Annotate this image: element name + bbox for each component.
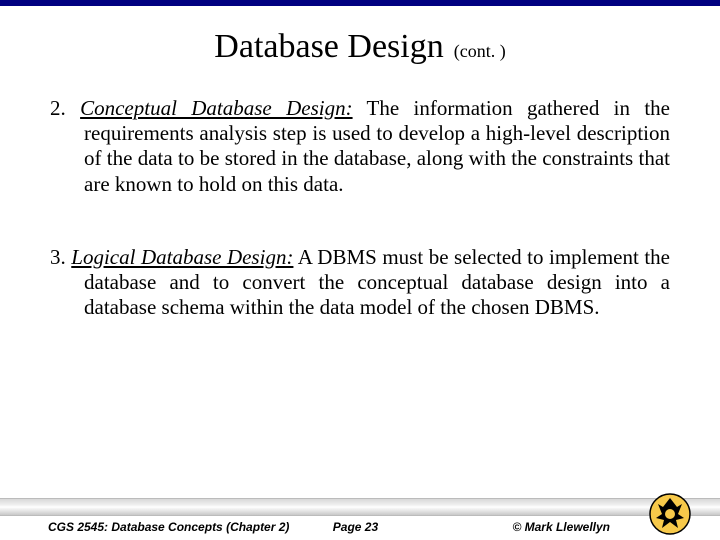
footer-divider bbox=[0, 498, 720, 516]
top-border bbox=[0, 0, 720, 6]
footer-author: © Mark Llewellyn bbox=[512, 520, 610, 534]
list-item: 3. Logical Database Design: A DBMS must … bbox=[50, 245, 670, 321]
slide-body: 2. Conceptual Database Design: The infor… bbox=[0, 96, 720, 320]
step-name: Conceptual Database Design: bbox=[80, 96, 352, 120]
title-main: Database Design bbox=[214, 28, 443, 65]
title-continued: (cont. ) bbox=[454, 41, 506, 61]
footer-page: Page 23 bbox=[333, 520, 378, 534]
footer: CGS 2545: Database Concepts (Chapter 2) … bbox=[0, 498, 720, 540]
slide-title: Database Design (cont. ) bbox=[0, 28, 720, 66]
ucf-logo-icon bbox=[648, 492, 692, 536]
footer-course: CGS 2545: Database Concepts (Chapter 2) bbox=[48, 520, 289, 534]
step-name: Logical Database Design: bbox=[71, 245, 293, 269]
item-number: 3. bbox=[50, 245, 66, 269]
item-number: 2. bbox=[50, 96, 66, 120]
footer-text: CGS 2545: Database Concepts (Chapter 2) … bbox=[0, 520, 720, 534]
list-item: 2. Conceptual Database Design: The infor… bbox=[50, 96, 670, 197]
